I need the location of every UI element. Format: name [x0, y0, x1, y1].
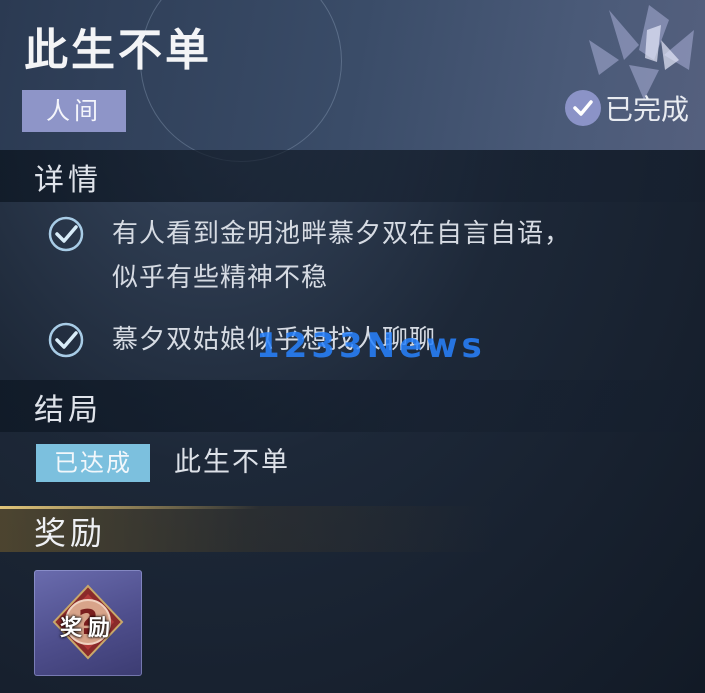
- completed-check-icon: [564, 90, 601, 126]
- quest-status-label: 已完成: [604, 93, 689, 126]
- quest-category-tag: 人间: [22, 90, 126, 132]
- reward-item-slot[interactable]: ? 奖励: [34, 570, 142, 676]
- check-circle-icon: [48, 216, 84, 252]
- reward-item-label: 奖励: [59, 616, 116, 641]
- quest-status: 已完成: [564, 88, 689, 128]
- ending-heading: 结局: [34, 393, 102, 428]
- details-heading: 详情: [34, 163, 102, 198]
- detail-text-line: 似乎有些精神不稳: [112, 263, 329, 293]
- detail-item: 有人看到金明池畔慕夕双在自言自语， 似乎有些精神不稳: [46, 212, 571, 300]
- watermark-text: 1233News: [256, 326, 486, 366]
- detail-text-line: 有人看到金明池畔慕夕双在自言自语，: [112, 219, 572, 249]
- check-circle-icon: [48, 322, 84, 358]
- ending-section-bar: [0, 380, 705, 432]
- details-section-bar: [0, 150, 705, 202]
- ending-name: 此生不单: [174, 447, 290, 478]
- quest-title: 此生不单: [24, 25, 212, 76]
- reward-heading: 奖励: [34, 514, 107, 552]
- ending-achieved-badge: 已达成: [36, 444, 150, 482]
